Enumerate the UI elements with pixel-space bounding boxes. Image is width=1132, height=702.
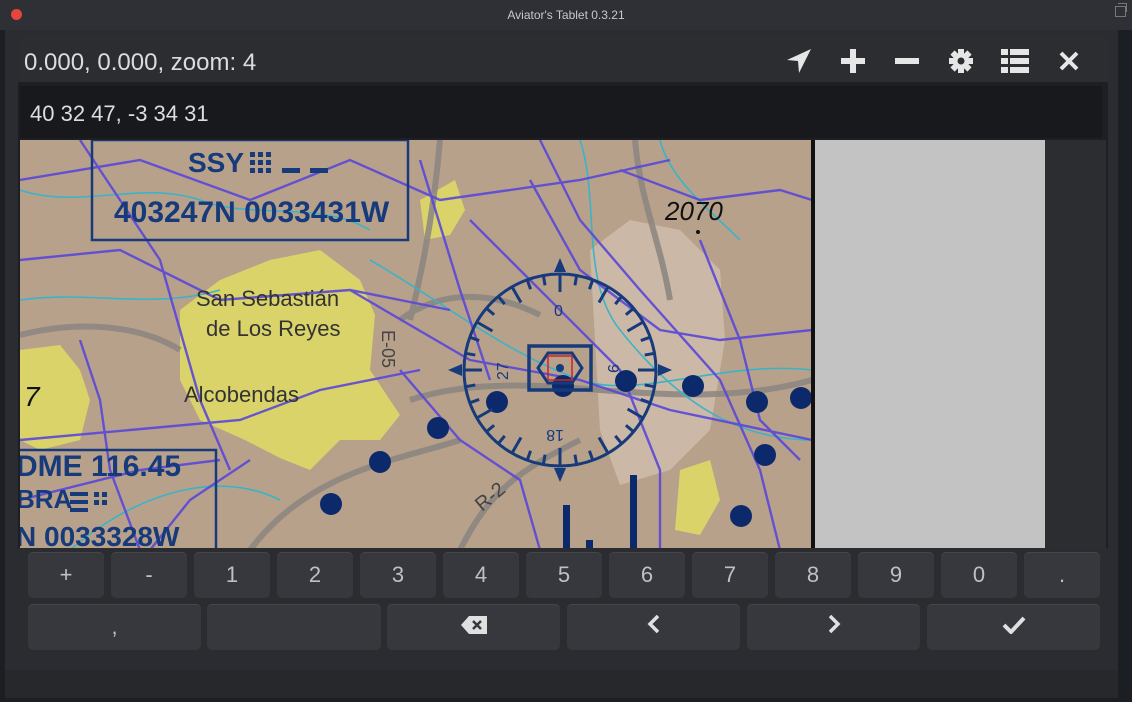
compass-tick <box>541 275 547 286</box>
vor-ident-label: SSY <box>188 147 244 178</box>
chevron-left-icon <box>647 614 661 640</box>
side-panel <box>1045 140 1106 550</box>
app-frame: 0.000, 0.000, zoom: 4 40 32 47, -3 34 31… <box>5 30 1118 698</box>
restore-window-icon[interactable] <box>1115 3 1127 17</box>
window-titlebar: Aviator's Tablet 0.3.21 <box>0 0 1132 30</box>
toolbar: 0.000, 0.000, zoom: 4 <box>18 36 1108 82</box>
compass-east-label: 9 <box>604 364 621 373</box>
road-label-e05: E-05 <box>378 330 398 368</box>
vor2-ident-label: BRA <box>20 484 73 514</box>
key-comma[interactable]: , <box>28 604 201 650</box>
main-panel: 0.000, 0.000, zoom: 4 40 32 47, -3 34 31… <box>18 36 1108 658</box>
key-minus[interactable]: - <box>111 552 187 598</box>
backspace-icon <box>460 614 487 640</box>
compass-west-label: 27 <box>495 362 512 380</box>
key-5[interactable]: 5 <box>526 552 602 598</box>
chevron-right-icon <box>827 614 841 640</box>
compass-tick <box>644 351 655 357</box>
key-cursor-left[interactable] <box>567 604 740 650</box>
numeric-keyboard: + - 1 2 3 4 5 6 7 8 9 0 . , <box>18 548 1108 658</box>
coordinate-input[interactable]: 40 32 47, -3 34 31 <box>20 86 1102 138</box>
key-3[interactable]: 3 <box>360 552 436 598</box>
key-6[interactable]: 6 <box>609 552 685 598</box>
map-view[interactable]: SSY 403247N 0033431W 2070 San Sebastián … <box>20 140 812 550</box>
close-icon[interactable] <box>1042 47 1096 75</box>
elevation-label: 2070 <box>664 196 723 226</box>
key-1[interactable]: 1 <box>194 552 270 598</box>
status-bar <box>5 670 1118 698</box>
compass-tick <box>465 351 476 357</box>
compass-north-label: 0 <box>554 303 563 320</box>
compass-tick <box>465 383 476 389</box>
key-cursor-right[interactable] <box>747 604 920 650</box>
key-backspace[interactable] <box>387 604 560 650</box>
compass-tick <box>644 383 655 389</box>
key-8[interactable]: 8 <box>775 552 851 598</box>
partial-elevation-label: 7 <box>24 381 41 412</box>
checkmark-icon <box>1002 614 1026 640</box>
key-9[interactable]: 9 <box>858 552 934 598</box>
key-4[interactable]: 4 <box>443 552 519 598</box>
vor2-frequency-label: DME 116.45 <box>20 450 181 483</box>
locate-icon[interactable] <box>772 47 826 75</box>
coordinate-readout: 0.000, 0.000, zoom: 4 <box>24 49 257 76</box>
key-0[interactable]: 0 <box>941 552 1017 598</box>
zoom-in-icon[interactable] <box>826 47 880 75</box>
compass-tick <box>573 275 579 286</box>
compass-south-label: 18 <box>546 426 564 443</box>
map-blank-area <box>815 140 1045 550</box>
toolbar-icons <box>772 47 1096 75</box>
key-7[interactable]: 7 <box>692 552 768 598</box>
city-label-de-los-reyes: de Los Reyes <box>206 316 341 341</box>
city-label-san-sebastian: San Sebastián <box>196 286 339 311</box>
compass-tick <box>541 454 547 465</box>
settings-icon[interactable] <box>934 47 988 75</box>
coordinate-input-value[interactable]: 40 32 47, -3 34 31 <box>30 101 209 127</box>
list-icon[interactable] <box>988 47 1042 75</box>
key-space[interactable] <box>207 604 381 650</box>
vor2-coords-label: N 0033328W <box>20 521 180 550</box>
key-2[interactable]: 2 <box>277 552 353 598</box>
key-plus[interactable]: + <box>28 552 104 598</box>
key-confirm[interactable] <box>927 604 1100 650</box>
zoom-out-icon[interactable] <box>880 47 934 75</box>
compass-tick <box>573 454 579 465</box>
city-label-alcobendas: Alcobendas <box>184 382 299 407</box>
vor-coords-label: 403247N 0033431W <box>114 196 390 229</box>
window-title: Aviator's Tablet 0.3.21 <box>507 8 625 22</box>
key-period[interactable]: . <box>1024 552 1100 598</box>
